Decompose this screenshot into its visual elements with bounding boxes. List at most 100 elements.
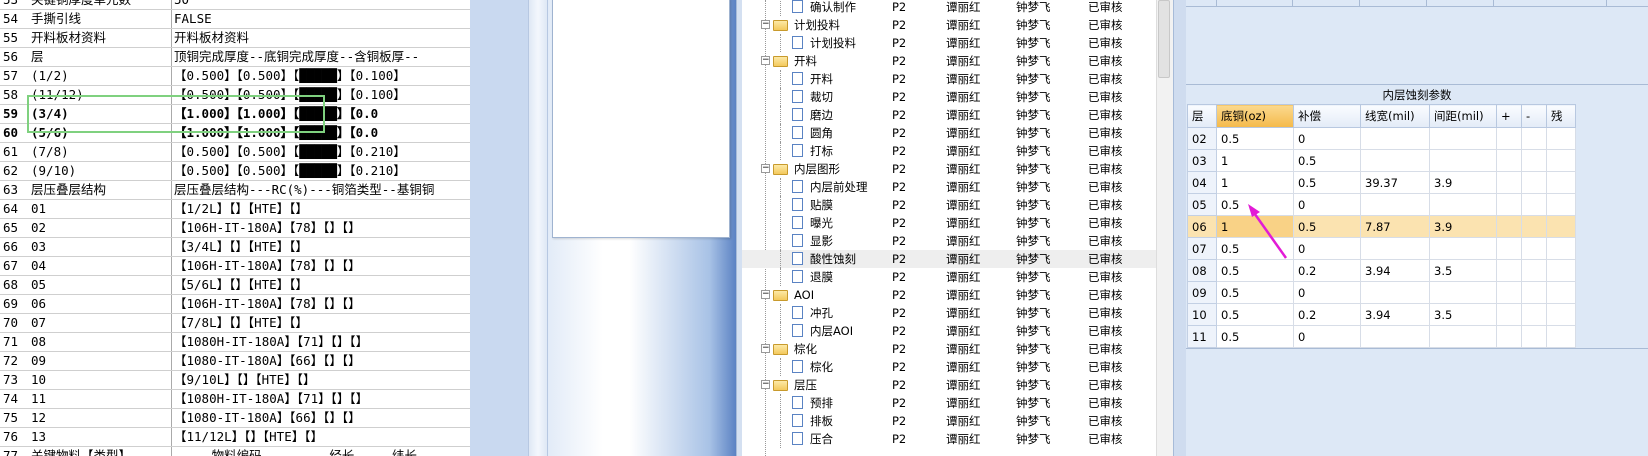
grid-row[interactable]: 04 1 0.5 39.37 3.9 [1187,171,1576,194]
collapse-toggle-icon[interactable]: − [761,380,770,389]
grid-cell[interactable] [1521,171,1547,194]
grid-cell[interactable] [1521,127,1547,150]
cell-value[interactable]: 【11/12L】【】【HTE】【】 [171,427,470,447]
grid-cell[interactable] [1429,127,1497,150]
grid-cell[interactable] [1546,171,1576,194]
grid-cell[interactable] [1360,237,1430,260]
tree-row[interactable]: 压合 P2 谭丽红 钟梦飞 已审核 [742,430,1156,448]
tree-node-label[interactable]: 贴膜 [810,196,833,214]
cell-label[interactable]: 10 [29,370,172,390]
grid-cell[interactable]: 0.5 [1216,193,1294,216]
sheet-row[interactable]: 75 12 【1080-IT-180A】【66】【】【】 [0,408,470,428]
grid-cell[interactable] [1546,259,1576,282]
tree-row[interactable]: 开料 P2 谭丽红 钟梦飞 已审核 [742,70,1156,88]
column-header[interactable]: - [1521,104,1547,128]
grid-cell[interactable] [1521,237,1547,260]
cell-label[interactable]: 层压叠层结构 [29,180,172,200]
cell-value[interactable]: 【7/8L】【】【HTE】【】 [171,313,470,333]
tree-node-label[interactable]: 开料 [810,70,833,88]
cell-label[interactable]: 06 [29,294,172,314]
column-header[interactable]: 补偿 [1293,104,1361,128]
grid-cell[interactable] [1496,237,1522,260]
tree-row[interactable]: 冲孔 P2 谭丽红 钟梦飞 已审核 [742,304,1156,322]
grid-row[interactable]: 09 0.5 0 [1187,281,1576,304]
cell-label[interactable]: 13 [29,427,172,447]
tree-node-label[interactable]: 内层AOI [810,322,853,340]
tree-row[interactable]: 内层AOI P2 谭丽红 钟梦飞 已审核 [742,322,1156,340]
tree-row[interactable]: 打标 P2 谭丽红 钟梦飞 已审核 [742,142,1156,160]
grid-row[interactable]: 11 0.5 0 [1187,325,1576,348]
sheet-row[interactable]: 76 13 【11/12L】【】【HTE】【】 [0,427,470,447]
tree-node-label[interactable]: 棕化 [810,358,833,376]
grid-cell[interactable] [1360,193,1430,216]
grid-row[interactable]: 03 1 0.5 [1187,149,1576,172]
cell-value[interactable]: 【3/4L】【】【HTE】【】 [171,237,470,257]
grid-cell[interactable]: 0.5 [1293,149,1361,172]
tree-node-label[interactable]: 圆角 [810,124,833,142]
cell-value[interactable]: 【1080-IT-180A】【66】【】【】 [171,408,470,428]
tree-node-label[interactable]: AOI [794,286,814,304]
tree-row[interactable]: 棕化 P2 谭丽红 钟梦飞 已审核 [742,358,1156,376]
grid-cell[interactable] [1429,193,1497,216]
tree-row[interactable]: 排板 P2 谭丽红 钟梦飞 已审核 [742,412,1156,430]
tree-row[interactable]: − 计划投料 P2 谭丽红 钟梦飞 已审核 [742,16,1156,34]
grid-cell[interactable] [1521,281,1547,304]
tree-row[interactable]: 显影 P2 谭丽红 钟梦飞 已审核 [742,232,1156,250]
column-header[interactable]: 线宽(mil) [1360,104,1430,128]
grid-row[interactable]: 05 0.5 0 [1187,193,1576,216]
tree-node-label[interactable]: 磨边 [810,106,833,124]
column-header[interactable]: + [1496,104,1522,128]
grid-cell[interactable]: 1 [1216,215,1294,238]
grid-cell[interactable]: 0.5 [1216,281,1294,304]
cell-value[interactable]: 开料板材资料 [171,28,470,48]
sheet-row[interactable]: 62 (9/10) 【0.500】【0.500】【█████】【0.210】 [0,161,470,181]
grid-cell[interactable]: 0 [1293,193,1361,216]
sheet-row[interactable]: 73 10 【9/10L】【】【HTE】【】 [0,370,470,390]
scrollbar[interactable] [528,0,548,456]
tree-node-label[interactable]: 退膜 [810,268,833,286]
sheet-row[interactable]: 72 09 【1080-IT-180A】【66】【】【】 [0,351,470,371]
grid-cell[interactable] [1546,215,1576,238]
cell-label[interactable]: 07 [29,313,172,333]
grid-cell[interactable]: 1 [1216,171,1294,194]
column-header[interactable]: 间距(mil) [1429,104,1497,128]
cell-value[interactable]: 【0.500】【0.500】【█████】【0.100】 [171,66,470,86]
collapse-toggle-icon[interactable]: − [761,344,770,353]
cell-value[interactable]: 层压叠层结构---RC(%)---铜箔类型--基铜铜 [171,180,470,200]
tree-row[interactable]: 酸性蚀刻 P2 谭丽红 钟梦飞 已审核 [742,250,1156,268]
grid-cell[interactable]: 3.9 [1429,171,1497,194]
tree-node-label[interactable]: 酸性蚀刻 [810,250,856,268]
cell-value[interactable]: 【106H-IT-180A】【78】【】【】 [171,218,470,238]
cell-label[interactable]: (5/6) [29,123,172,143]
cell-label[interactable]: 09 [29,351,172,371]
cell-value[interactable]: 【1080H-IT-180A】【71】【】【】 [171,389,470,409]
cell-value[interactable]: -----物料编码---------经长-----纬长-- [171,446,470,456]
tree-node-label[interactable]: 打标 [810,142,833,160]
grid-row[interactable]: 02 0.5 0 [1187,127,1576,150]
cell-label[interactable]: 关键物料【类型】 [29,446,172,456]
cell-value[interactable]: 【0.500】【0.500】【█████】【0.100】 [171,85,470,105]
grid-cell[interactable]: 3.5 [1429,303,1497,326]
sheet-row[interactable]: 67 04 【106H-IT-180A】【78】【】【】 [0,256,470,276]
tree-node-label[interactable]: 压合 [810,430,833,448]
cell-value[interactable]: 【1080-IT-180A】【66】【】【】 [171,351,470,371]
cell-label[interactable]: (3/4) [29,104,172,124]
column-header[interactable]: 底铜(oz) [1216,104,1294,128]
tree-row[interactable]: − 棕化 P2 谭丽红 钟梦飞 已审核 [742,340,1156,358]
tree-node-label[interactable]: 裁切 [810,88,833,106]
grid-cell[interactable] [1546,281,1576,304]
grid-cell[interactable]: 3.94 [1360,259,1430,282]
tree-node-label[interactable]: 内层前处理 [810,178,868,196]
tree-row[interactable]: 预排 P2 谭丽红 钟梦飞 已审核 [742,394,1156,412]
grid-cell[interactable] [1496,127,1522,150]
grid-cell[interactable]: 3.9 [1429,215,1497,238]
grid-cell[interactable] [1496,303,1522,326]
cell-label[interactable]: 05 [29,275,172,295]
tree-row[interactable]: 计划投料 P2 谭丽红 钟梦飞 已审核 [742,34,1156,52]
tree-node-label[interactable]: 计划投料 [794,16,840,34]
tree-row[interactable]: − 层压 P2 谭丽红 钟梦飞 已审核 [742,376,1156,394]
sheet-row[interactable]: 69 06 【106H-IT-180A】【78】【】【】 [0,294,470,314]
grid-cell[interactable] [1521,325,1547,348]
grid-cell[interactable] [1546,237,1576,260]
grid-cell[interactable]: 1 [1216,149,1294,172]
